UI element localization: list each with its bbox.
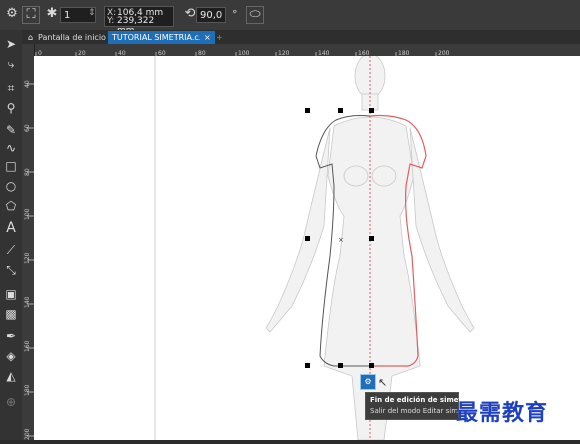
toolbox: ➤ ⤷ ⌗ ⚲ ✎ ∿ □ ○ ⬠ A ⟋ ⤡ ▣ ▩ ✒ ◈ ◭ ⊕ (0, 30, 23, 440)
v-ruler-label: 60 (24, 124, 31, 132)
v-ruler-label: 40 (24, 80, 31, 88)
fashion-figure-drawing: × (154, 56, 475, 440)
degree-label: ° (232, 8, 238, 21)
finish-symmetry-button[interactable]: ⚙ (360, 374, 376, 390)
v-ruler-label: 80 (24, 168, 31, 176)
v-ruler-label: 120 (24, 252, 31, 264)
text-tool-icon[interactable]: A (3, 220, 19, 236)
ellipse-tool-icon[interactable]: ○ (3, 178, 19, 194)
artistic-media-icon[interactable]: ∿ (3, 140, 19, 156)
vertical-ruler-ticks: 40 60 80 100 120 140 160 180 200 (24, 80, 34, 440)
crop-tool-icon[interactable]: ⌗ (3, 80, 19, 96)
v-ruler-label: 160 (24, 340, 31, 352)
transform-icon[interactable]: ⛶ (22, 6, 40, 24)
shape-tool-icon[interactable]: ⤷ (3, 56, 19, 72)
drop-shadow-icon[interactable]: ▣ (3, 286, 19, 302)
smart-fill-icon[interactable]: ◭ (3, 368, 19, 384)
center-marker: × (338, 236, 344, 244)
symmetry-icon[interactable]: ⚙ (4, 6, 20, 22)
position-fields[interactable]: X: 106,4 mm Y: 239,322 mm (104, 6, 174, 36)
tab-start-screen[interactable]: Pantalla de inicio (34, 31, 110, 44)
pick-tool-icon[interactable]: ➤ (3, 36, 19, 52)
document-tab-bar: ⌂ Pantalla de inicio TUTORIAL SIMETRIA.c… (22, 30, 580, 44)
cursor-icon: ↖ (378, 376, 388, 389)
v-ruler-label: 100 (24, 208, 31, 220)
duplicate-icon[interactable]: ✱ (44, 6, 60, 22)
rotation-angle-field[interactable]: 90,0 (196, 7, 226, 23)
freehand-tool-icon[interactable]: ✎ (3, 122, 19, 138)
transparency-icon[interactable]: ▩ (3, 306, 19, 322)
finish-symmetry-tooltip: Fin de edición de simetría Salir del mod… (365, 392, 474, 420)
interactive-fill-icon[interactable]: ◈ (3, 348, 19, 364)
v-ruler-label: 200 (24, 428, 31, 440)
new-tab-icon[interactable]: + (212, 31, 227, 44)
tab-tutorial-simetria[interactable]: TUTORIAL SIMETRIA.c..* (108, 31, 212, 44)
mirror-toggle-icon[interactable]: ⬭ (246, 6, 264, 24)
y-label: Y: (107, 16, 115, 26)
parallel-dimension-icon[interactable]: ⟋ (3, 242, 19, 258)
rectangle-tool-icon[interactable]: □ (3, 158, 19, 174)
add-tool-icon[interactable]: ⊕ (3, 394, 19, 410)
polygon-tool-icon[interactable]: ⬠ (3, 198, 19, 214)
v-ruler-label: 180 (24, 384, 31, 396)
zoom-tool-icon[interactable]: ⚲ (3, 100, 19, 116)
property-bar: ⚙ ⛶ ✱ 1 ⇕ X: 106,4 mm Y: 239,322 mm ⟲ 90… (0, 0, 580, 36)
v-ruler-label: 140 (24, 296, 31, 308)
watermark-logo: 最需教育 (456, 400, 549, 426)
drawing-canvas[interactable]: × (34, 56, 580, 440)
connector-tool-icon[interactable]: ⤡ (3, 262, 19, 278)
eyedropper-icon[interactable]: ✒ (3, 328, 19, 344)
stepper-icon[interactable]: ⇕ (88, 8, 96, 18)
